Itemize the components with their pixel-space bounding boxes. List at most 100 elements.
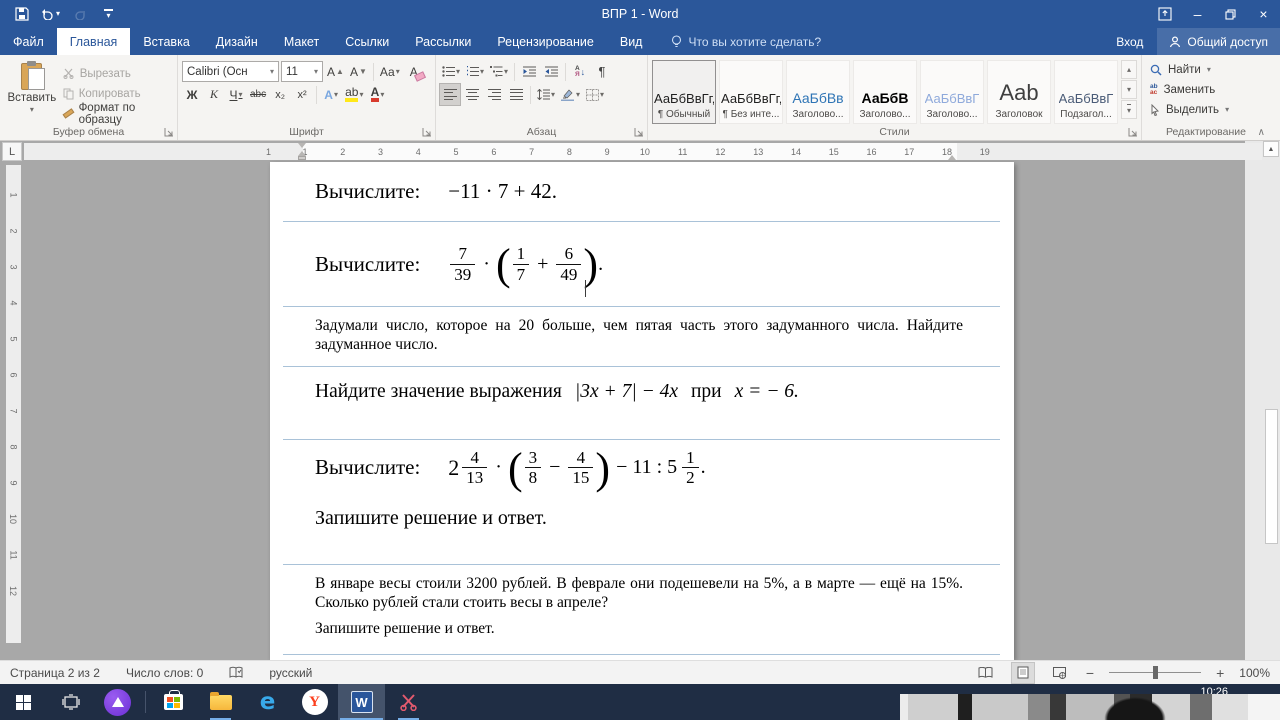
italic-button[interactable]: К	[204, 84, 224, 105]
yandex-browser-button[interactable]: Y	[291, 684, 338, 720]
tell-me-box[interactable]: Что вы хотите сделать?	[671, 28, 821, 55]
ribbon-display-options-icon[interactable]	[1148, 0, 1181, 28]
font-family-select[interactable]: Calibri (Осн ▾	[182, 61, 279, 82]
document-page[interactable]: Вычислите: −11 · 7 + 42. Вычислите: 739 …	[270, 162, 1014, 660]
exercise-row-6[interactable]: В январе весы стоили 3200 рублей. В февр…	[283, 565, 1000, 655]
undo-icon[interactable]: ▾	[37, 2, 64, 26]
exercise-row-1[interactable]: Вычислите: −11 · 7 + 42.	[283, 162, 1000, 222]
clear-formatting-button[interactable]: А	[404, 61, 424, 82]
web-layout-icon[interactable]	[1049, 663, 1071, 683]
style-heading3[interactable]: АаБбВвГ Заголово...	[920, 60, 984, 124]
zoom-out-icon[interactable]: −	[1086, 665, 1094, 681]
style-subtitle[interactable]: АаБбВвГ Подзагол...	[1054, 60, 1118, 124]
show-marks-button[interactable]: ¶	[592, 61, 612, 82]
superscript-button[interactable]: x²	[292, 84, 312, 105]
sign-in-button[interactable]: Вход	[1102, 28, 1157, 55]
text-effects-button[interactable]: А▾	[321, 84, 341, 105]
print-layout-icon[interactable]	[1012, 663, 1034, 683]
sort-button[interactable]: АЯ ↓	[570, 61, 590, 82]
copy-button[interactable]: Копировать	[60, 84, 173, 103]
hanging-indent-marker[interactable]	[298, 151, 306, 160]
underline-button[interactable]: Ч▾	[226, 84, 246, 105]
shading-button[interactable]: ▾	[559, 84, 582, 105]
proofing-icon[interactable]	[229, 666, 243, 679]
tab-design[interactable]: Дизайн	[203, 28, 271, 55]
styles-dialog-launcher-icon[interactable]	[1128, 127, 1138, 137]
tab-layout[interactable]: Макет	[271, 28, 332, 55]
restore-button[interactable]	[1214, 0, 1247, 28]
increase-indent-button[interactable]	[541, 61, 561, 82]
font-dialog-launcher-icon[interactable]	[422, 127, 432, 137]
bullet-list-button[interactable]: ▾	[440, 61, 462, 82]
video-overlay[interactable]	[900, 694, 1280, 720]
select-button[interactable]: Выделить ▾	[1146, 100, 1266, 120]
zoom-slider-thumb[interactable]	[1153, 666, 1158, 679]
start-button[interactable]	[0, 684, 47, 720]
tab-selector[interactable]: L	[2, 142, 22, 161]
change-case-button[interactable]: Аа▾	[378, 61, 402, 82]
tab-review[interactable]: Рецензирование	[484, 28, 607, 55]
styles-scroll-up-icon[interactable]: ▴	[1121, 60, 1137, 79]
align-left-button[interactable]	[440, 84, 460, 105]
find-button[interactable]: Найти ▾	[1146, 60, 1266, 80]
share-button[interactable]: Общий доступ	[1157, 28, 1280, 55]
scrollbar-thumb[interactable]	[1265, 409, 1278, 544]
tab-home[interactable]: Главная	[57, 28, 131, 55]
file-explorer-button[interactable]	[197, 684, 244, 720]
font-size-select[interactable]: 11 ▾	[281, 61, 323, 82]
bold-button[interactable]: Ж	[182, 84, 202, 105]
zoom-slider[interactable]	[1109, 672, 1201, 673]
replace-button[interactable]: abac Заменить	[1146, 80, 1266, 100]
word-count[interactable]: Число слов: 0	[126, 666, 203, 680]
numbered-list-button[interactable]: ▾	[464, 61, 486, 82]
shrink-font-button[interactable]: А▼	[348, 61, 369, 82]
borders-button[interactable]: ▾	[584, 84, 606, 105]
format-painter-button[interactable]: Формат по образцу	[60, 104, 173, 123]
right-indent-marker[interactable]	[948, 155, 956, 160]
customize-qat-icon[interactable]: ▾	[95, 2, 122, 26]
style-no-spacing[interactable]: АаБбВвГг, ¶ Без инте...	[719, 60, 783, 124]
line-spacing-button[interactable]: ▾	[535, 84, 557, 105]
justify-button[interactable]	[506, 84, 526, 105]
language-indicator[interactable]: русский	[269, 666, 312, 680]
style-title[interactable]: Аab Заголовок	[987, 60, 1051, 124]
tab-insert[interactable]: Вставка	[130, 28, 202, 55]
tab-references[interactable]: Ссылки	[332, 28, 402, 55]
style-heading2[interactable]: АаБбВ Заголово...	[853, 60, 917, 124]
exercise-row-4[interactable]: Найдите значение выражения |3x + 7| − 4x…	[283, 367, 1000, 440]
minimize-button[interactable]: –	[1181, 0, 1214, 28]
store-button[interactable]	[150, 684, 197, 720]
strikethrough-button[interactable]: abc	[248, 84, 268, 105]
alisa-button[interactable]	[94, 684, 141, 720]
scroll-up-icon[interactable]: ▲	[1263, 141, 1279, 157]
undo-dropdown-icon[interactable]: ▾	[56, 10, 60, 18]
read-mode-icon[interactable]	[975, 663, 997, 683]
style-normal[interactable]: АаБбВвГг, ¶ Обычный	[652, 60, 716, 124]
decrease-indent-button[interactable]	[519, 61, 539, 82]
page-indicator[interactable]: Страница 2 из 2	[10, 666, 100, 680]
snipping-tool-button[interactable]	[385, 684, 432, 720]
subscript-button[interactable]: x₂	[270, 84, 290, 105]
tab-mailings[interactable]: Рассылки	[402, 28, 484, 55]
font-color-button[interactable]: А▾	[368, 84, 388, 105]
first-line-indent-marker[interactable]	[298, 143, 306, 148]
tab-view[interactable]: Вид	[607, 28, 656, 55]
style-heading1[interactable]: АаБбВв Заголово...	[786, 60, 850, 124]
edge-button[interactable]: e	[244, 684, 291, 720]
clipboard-dialog-launcher-icon[interactable]	[164, 127, 174, 137]
cut-button[interactable]: Вырезать	[60, 64, 173, 83]
exercise-row-5[interactable]: Вычислите: 2 413 · ( 38 − 415 ) − 11 : 5…	[283, 440, 1000, 565]
styles-gallery-expand-icon[interactable]: ▾	[1121, 100, 1137, 119]
paste-dropdown-icon[interactable]: ▾	[30, 106, 34, 114]
exercise-row-2[interactable]: Вычислите: 739 · ( 17 + 649 ) .	[283, 222, 1000, 307]
align-center-button[interactable]	[462, 84, 482, 105]
close-button[interactable]: ×	[1247, 0, 1280, 28]
tab-file[interactable]: Файл	[0, 28, 57, 55]
exercise-row-3[interactable]: Задумали число, которое на 20 больше, че…	[283, 307, 1000, 367]
paragraph-dialog-launcher-icon[interactable]	[634, 127, 644, 137]
save-icon[interactable]	[8, 2, 35, 26]
multilevel-list-button[interactable]: ▾	[488, 61, 510, 82]
zoom-in-icon[interactable]: +	[1216, 665, 1224, 681]
paste-button[interactable]: Вставить ▾	[4, 60, 60, 124]
styles-scroll-down-icon[interactable]: ▾	[1121, 80, 1137, 99]
